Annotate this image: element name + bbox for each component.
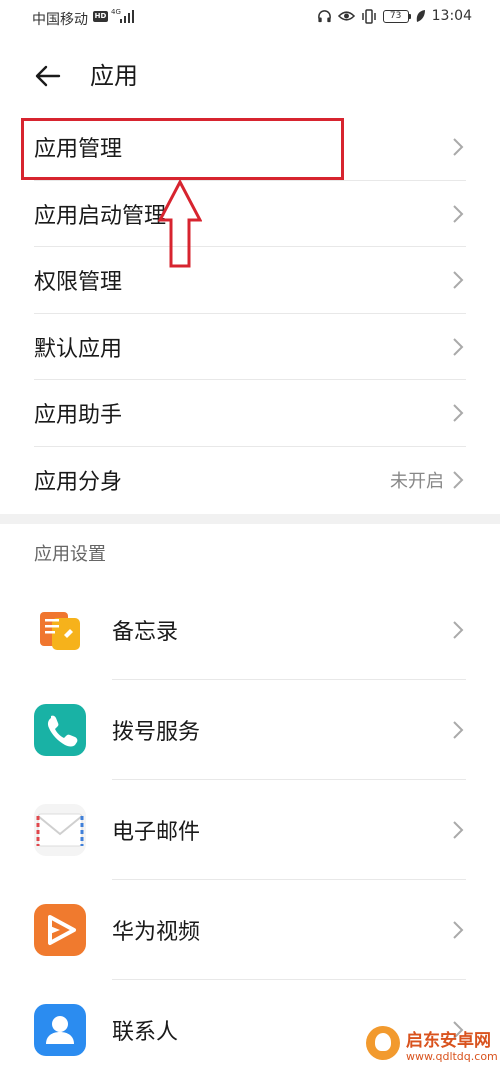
- page-title: 应用: [90, 62, 138, 90]
- watermark-url: www.qdltdq.com: [406, 1050, 498, 1063]
- app-item-email[interactable]: 电子邮件: [0, 780, 500, 880]
- battery-icon: 73: [382, 9, 411, 23]
- menu-item-app-launch[interactable]: 应用启动管理: [0, 181, 500, 247]
- signal-icon: [120, 10, 136, 23]
- notes-icon: [34, 604, 86, 656]
- menu-item-status: 未开启: [390, 470, 444, 492]
- headphones-icon: [317, 9, 331, 22]
- app-settings-list: 备忘录 拨号服务 电子邮件 华为视频 联系人: [0, 580, 500, 1080]
- hd-icon: HD: [93, 11, 108, 22]
- chevron-right-icon: [453, 921, 464, 939]
- eye-icon: [337, 11, 355, 21]
- highlight-annotation: [21, 118, 344, 180]
- app-item-dialer[interactable]: 拨号服务: [0, 680, 500, 780]
- leaf-icon: [416, 10, 425, 22]
- section-separator: [0, 514, 500, 524]
- menu-item-label: 应用启动管理: [34, 203, 167, 229]
- app-item-label: 华为视频: [112, 920, 201, 945]
- vibrate-icon: [361, 8, 376, 24]
- app-item-label: 联系人: [112, 1020, 179, 1045]
- menu-item-app-assistant[interactable]: 应用助手: [0, 380, 500, 447]
- app-item-notes[interactable]: 备忘录: [0, 580, 500, 680]
- menu-item-label: 默认应用: [34, 336, 123, 362]
- menu-item-permissions[interactable]: 权限管理: [0, 247, 500, 314]
- menu-item-label: 权限管理: [34, 270, 123, 296]
- chevron-right-icon: [453, 471, 464, 489]
- section-title: 应用设置: [34, 544, 106, 565]
- arrow-up-icon: [158, 180, 202, 268]
- arrow-left-icon[interactable]: [32, 60, 64, 92]
- contact-icon: [34, 1004, 86, 1056]
- app-item-video[interactable]: 华为视频: [0, 880, 500, 980]
- chevron-right-icon: [453, 404, 464, 422]
- phone-icon: [34, 704, 86, 756]
- watermark-logo-icon: [366, 1026, 400, 1060]
- menu-item-label: 应用分身: [34, 469, 123, 495]
- chevron-right-icon: [453, 205, 464, 223]
- chevron-right-icon: [453, 821, 464, 839]
- chevron-right-icon: [453, 721, 464, 739]
- menu-item-default-apps[interactable]: 默认应用: [0, 314, 500, 380]
- status-bar: 中国移动 HD 4G 73 13:04: [0, 0, 500, 36]
- chevron-right-icon: [453, 338, 464, 356]
- chevron-right-icon: [453, 621, 464, 639]
- app-item-label: 拨号服务: [112, 720, 201, 745]
- app-header: 应用: [0, 52, 500, 100]
- mail-icon: [34, 804, 86, 856]
- app-item-label: 电子邮件: [112, 820, 201, 845]
- video-play-icon: [34, 904, 86, 956]
- clock: 13:04: [431, 8, 472, 24]
- watermark-title: 启东安卓网: [406, 1031, 491, 1051]
- watermark: 启东安卓网 www.qdltdq.com: [366, 1018, 498, 1074]
- menu-item-label: 应用助手: [34, 403, 123, 429]
- app-item-label: 备忘录: [112, 620, 179, 645]
- carrier-name: 中国移动: [32, 12, 88, 28]
- chevron-right-icon: [453, 271, 464, 289]
- chevron-right-icon: [453, 138, 464, 156]
- menu-item-app-twin[interactable]: 应用分身 未开启: [0, 447, 500, 514]
